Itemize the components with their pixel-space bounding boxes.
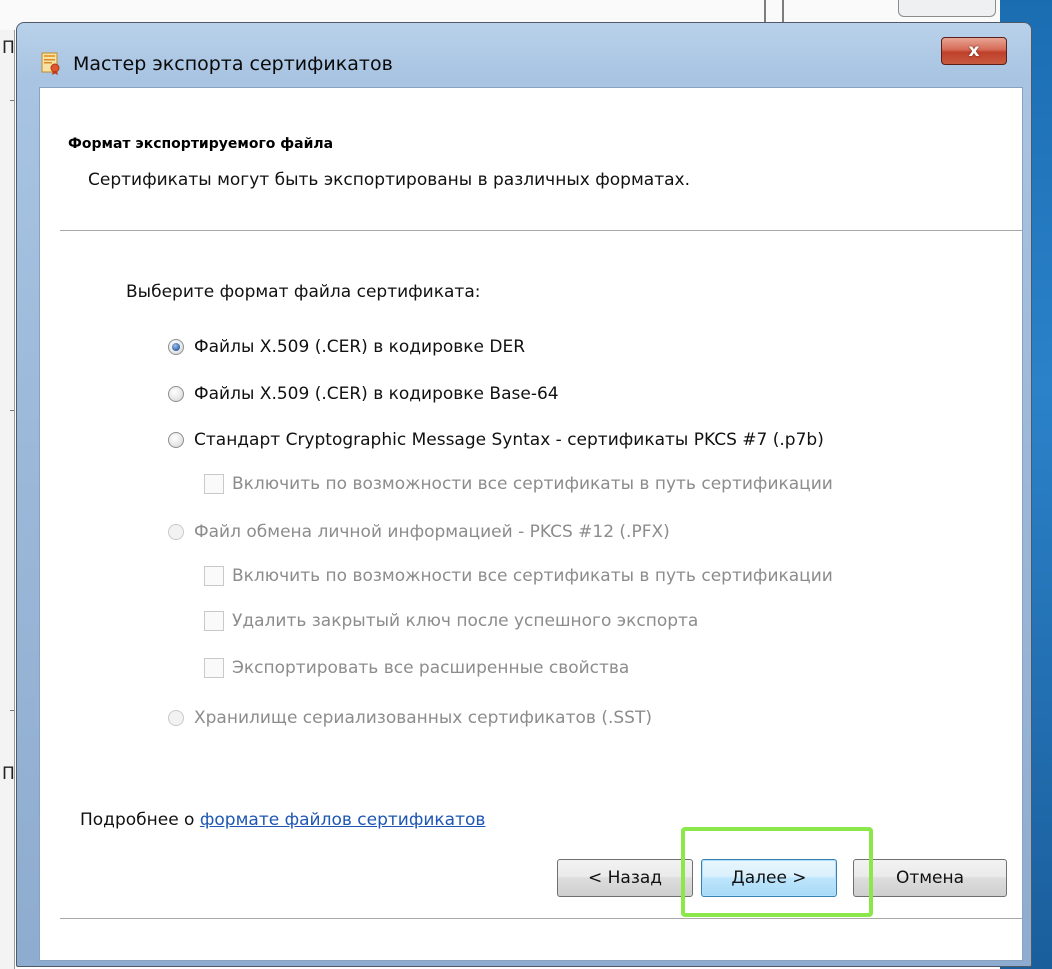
background-tick (10, 710, 14, 711)
certificate-wizard-icon (41, 52, 60, 75)
radio-option-pkcs7[interactable]: Стандарт Cryptographic Message Syntax - … (168, 430, 824, 450)
more-info-prefix: Подробнее о (80, 810, 200, 830)
radio-pkcs12[interactable] (168, 524, 184, 540)
checkbox-pkcs7-include-all-label: Включить по возможности все сертификаты … (232, 474, 833, 494)
more-info: Подробнее о формате файлов сертификатов (80, 810, 485, 830)
background-tick (10, 410, 14, 411)
radio-option-pkcs12[interactable]: Файл обмена личной информацией - PKCS #1… (168, 522, 670, 542)
checkbox-pkcs12-delete-key-label: Удалить закрытый ключ после успешного эк… (232, 611, 699, 631)
checkbox-option-pkcs12-include-all[interactable]: Включить по возможности все сертификаты … (204, 566, 833, 586)
close-button[interactable]: x (941, 37, 1007, 65)
radio-der-label: Файлы X.509 (.CER) в кодировке DER (194, 337, 526, 357)
checkbox-option-pkcs12-delete-key[interactable]: Удалить закрытый ключ после успешного эк… (204, 611, 698, 631)
close-icon: x (968, 41, 980, 61)
checkbox-option-pkcs12-export-props[interactable]: Экспортировать все расширенные свойства (204, 658, 629, 678)
footer-divider (60, 918, 1022, 919)
checkbox-pkcs12-include-all[interactable] (204, 566, 224, 586)
checkbox-option-pkcs7-include-all[interactable]: Включить по возможности все сертификаты … (204, 474, 833, 494)
radio-pkcs7[interactable] (168, 432, 184, 448)
radio-sst-label: Хранилище сериализованных сертификатов (… (194, 708, 652, 728)
radio-der[interactable] (168, 339, 184, 355)
radio-pkcs12-label: Файл обмена личной информацией - PKCS #1… (194, 522, 670, 542)
next-button-highlight (681, 827, 873, 917)
radio-base64[interactable] (168, 386, 184, 402)
checkbox-pkcs12-export-props-label: Экспортировать все расширенные свойства (232, 658, 630, 678)
background-letter: П (2, 38, 15, 58)
window-title: Мастер экспорта сертификатов (73, 53, 393, 75)
title-bar[interactable]: Мастер экспорта сертификатов x (17, 23, 1031, 83)
background-button (898, 0, 996, 17)
page-title: Формат экспортируемого файла (68, 136, 334, 152)
format-prompt-label: Выберите формат файла сертификата: (126, 282, 481, 302)
radio-option-base64[interactable]: Файлы X.509 (.CER) в кодировке Base-64 (168, 384, 559, 404)
checkbox-pkcs12-delete-key[interactable] (204, 611, 224, 631)
checkbox-pkcs12-include-all-label: Включить по возможности все сертификаты … (232, 566, 833, 586)
cancel-button[interactable]: Отмена (853, 859, 1007, 897)
background-letter: П (2, 764, 15, 784)
wizard-page: Формат экспортируемого файла Сертификаты… (39, 87, 1023, 961)
radio-pkcs7-label: Стандарт Cryptographic Message Syntax - … (194, 430, 824, 450)
radio-option-sst[interactable]: Хранилище сериализованных сертификатов (… (168, 708, 652, 728)
checkbox-pkcs12-export-props[interactable] (204, 658, 224, 678)
certificate-formats-link[interactable]: формате файлов сертификатов (200, 810, 486, 830)
background-tick (10, 100, 14, 101)
radio-option-der[interactable]: Файлы X.509 (.CER) в кодировке DER (168, 337, 525, 357)
page-subtitle: Сертификаты могут быть экспортированы в … (88, 170, 690, 190)
checkbox-pkcs7-include-all[interactable] (204, 474, 224, 494)
header-divider (60, 230, 1022, 231)
back-button[interactable]: < Назад (557, 859, 693, 897)
radio-sst[interactable] (168, 710, 184, 726)
radio-base64-label: Файлы X.509 (.CER) в кодировке Base-64 (194, 384, 559, 404)
certificate-export-wizard-window: Мастер экспорта сертификатов x Формат эк… (16, 22, 1032, 967)
background-window-left: П П (0, 30, 15, 969)
